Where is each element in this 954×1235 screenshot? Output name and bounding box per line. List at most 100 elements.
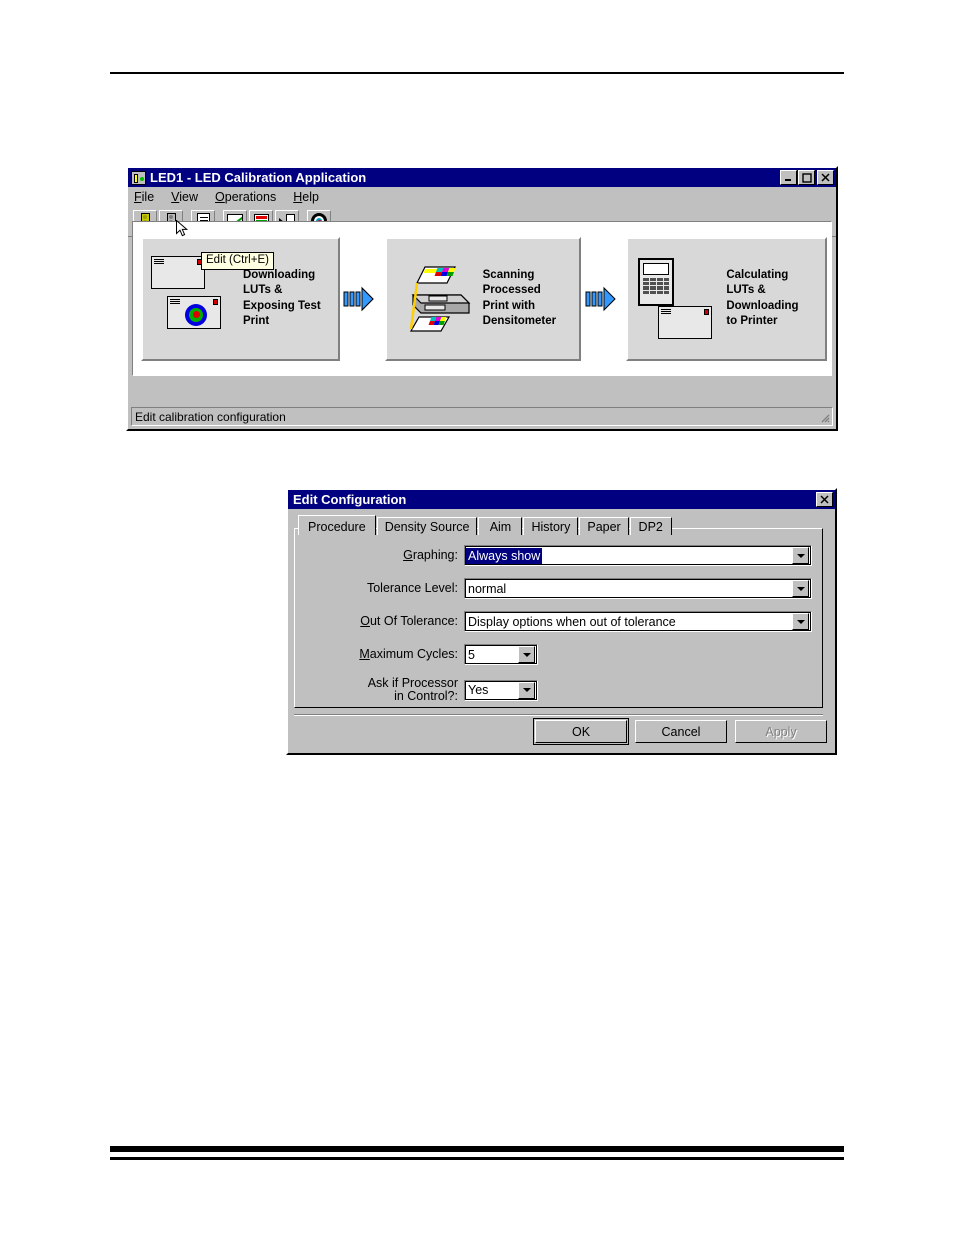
- stage-2-label: Scanning Processed Print with Densitomet…: [482, 268, 557, 328]
- cancel-button[interactable]: Cancel: [635, 720, 727, 743]
- window-button-icon: [704, 308, 710, 315]
- page-footer-rule-thin: [110, 1157, 844, 1160]
- graphing-label: Graphing:: [403, 548, 458, 562]
- tab-label: Aim: [489, 520, 512, 534]
- ask-if-processor-combo[interactable]: Yes: [464, 679, 538, 701]
- ask-if-processor-value: Yes: [468, 683, 489, 697]
- tolerance-level-label: Tolerance Level:: [366, 581, 458, 595]
- ok-button[interactable]: OK: [533, 718, 629, 745]
- page-footer-rule-thick: [110, 1146, 844, 1152]
- led-calibration-application-window: LED1 - LED Calibration Application File …: [126, 166, 838, 431]
- tab-label: Paper: [587, 520, 621, 534]
- stage-3-label: Calculating LUTs & Downloading to Printe…: [726, 268, 799, 328]
- ask-if-processor-dropdown-arrow[interactable]: [518, 681, 535, 699]
- tab-history[interactable]: History: [523, 517, 579, 535]
- status-text: Edit calibration configuration: [135, 409, 286, 424]
- chevron-down-icon: [522, 652, 531, 657]
- chevron-down-icon: [522, 688, 531, 692]
- menu-file[interactable]: File: [134, 190, 154, 204]
- workflow-diagram: Downloading LUTs & Exposing Test Print S…: [132, 221, 832, 376]
- edit-tooltip: Edit (Ctrl+E): [201, 252, 274, 270]
- dialog-tabstrip: Procedure Density Source Aim History Pap…: [294, 515, 829, 535]
- maximize-button[interactable]: [798, 170, 815, 185]
- ask-if-processor-in-control-field: Ask if Processor in Control?: Yes: [303, 677, 538, 703]
- window-plain-icon: [151, 255, 205, 289]
- tab-density-source[interactable]: Density Source: [376, 517, 478, 535]
- maximum-cycles-combo[interactable]: 5: [464, 644, 538, 665]
- window-plain-icon: [658, 305, 713, 339]
- tab-procedure[interactable]: Procedure: [298, 515, 376, 535]
- window-titlebar-lines: [170, 298, 180, 304]
- app-menubar: File View Operations Help: [128, 187, 836, 206]
- ask-if-processor-label: Ask if Processor in Control?:: [367, 676, 458, 703]
- stage-1-label: Downloading LUTs & Exposing Test Print: [243, 268, 321, 328]
- tab-label: Procedure: [308, 519, 366, 534]
- graphing-field: Graphing: Always show: [303, 545, 815, 566]
- page-header-rule: [110, 72, 844, 74]
- window-titlebar-lines: [661, 308, 672, 314]
- maximize-icon: [801, 172, 812, 183]
- dialog-separator: [294, 714, 823, 716]
- maximum-cycles-dropdown-arrow[interactable]: [518, 646, 535, 663]
- cancel-button-label: Cancel: [661, 724, 701, 739]
- menu-view[interactable]: View: [171, 190, 198, 204]
- out-of-tolerance-combo[interactable]: Display options when out of tolerance: [464, 611, 812, 632]
- minimize-button[interactable]: [780, 170, 797, 185]
- out-of-tolerance-value: Display options when out of tolerance: [468, 614, 676, 629]
- tolerance-level-field: Tolerance Level: normal: [303, 578, 815, 599]
- app-title: LED1 - LED Calibration Application: [150, 170, 367, 185]
- ok-button-label: OK: [571, 724, 591, 739]
- tab-aim[interactable]: Aim: [478, 517, 523, 535]
- densitometer-scanner-icon: [409, 265, 471, 332]
- flow-arrow-2: [581, 284, 626, 314]
- window-button-icon: [213, 298, 218, 305]
- tab-paper[interactable]: Paper: [579, 517, 629, 535]
- resize-grip-icon[interactable]: [818, 411, 830, 423]
- tab-label: DP2: [638, 520, 663, 534]
- apply-button-label: Apply: [765, 724, 797, 739]
- dialog-button-bar: OK Cancel Apply: [527, 718, 827, 745]
- calculator-keys: [643, 277, 670, 295]
- out-of-tolerance-field: Out Of Tolerance: Display options when o…: [303, 611, 815, 632]
- maximum-cycles-field: Maximum Cycles: 5: [303, 644, 538, 665]
- window-titlebar-lines: [154, 258, 164, 264]
- calculator-icon: [638, 257, 675, 306]
- out-of-tolerance-dropdown-arrow[interactable]: [792, 613, 809, 630]
- flow-arrow-1: [340, 284, 385, 314]
- blue-right-arrow-icon: [585, 286, 616, 311]
- stage-calculating-luts: Calculating LUTs & Downloading to Printe…: [626, 236, 827, 361]
- tab-label: History: [531, 520, 571, 534]
- procedure-tab-page: Graphing: Always show Tolerance Level: n…: [294, 528, 823, 708]
- app-titlebar: LED1 - LED Calibration Application: [128, 168, 836, 187]
- dialog-titlebar: Edit Configuration: [288, 490, 835, 509]
- tab-label: Density Source: [384, 520, 470, 534]
- graphing-combo[interactable]: Always show: [464, 545, 812, 566]
- close-icon: [821, 173, 830, 182]
- menu-operations[interactable]: Operations: [215, 190, 276, 204]
- calculator-window-icon: [636, 256, 718, 342]
- stage-scanning-print: Scanning Processed Print with Densitomet…: [384, 236, 582, 361]
- dialog-close-button[interactable]: [816, 492, 833, 507]
- tolerance-level-dropdown-arrow[interactable]: [792, 580, 809, 597]
- chevron-down-icon: [796, 553, 805, 558]
- window-testprint-icon: [167, 295, 221, 329]
- dialog-title: Edit Configuration: [293, 492, 407, 507]
- out-of-tolerance-label: Out Of Tolerance:: [360, 614, 458, 628]
- close-button[interactable]: [817, 170, 834, 185]
- color-target-icon: [185, 303, 207, 326]
- graphing-value: Always show: [465, 547, 543, 564]
- led-app-icon: [131, 170, 146, 185]
- chevron-down-icon: [796, 586, 805, 591]
- tolerance-level-value: normal: [468, 581, 507, 596]
- menu-help[interactable]: Help: [293, 190, 319, 204]
- graphing-dropdown-arrow[interactable]: [792, 547, 809, 564]
- close-icon: [820, 495, 829, 504]
- maximum-cycles-value: 5: [468, 647, 475, 662]
- chevron-down-icon: [796, 619, 805, 624]
- edit-configuration-dialog: Edit Configuration Procedure Density Sou…: [286, 488, 837, 755]
- maximum-cycles-label: Maximum Cycles:: [359, 647, 458, 661]
- tab-dp2[interactable]: DP2: [629, 517, 672, 535]
- tolerance-level-combo[interactable]: normal: [464, 578, 812, 599]
- calculator-screen: [643, 262, 670, 275]
- app-statusbar: Edit calibration configuration: [131, 407, 833, 426]
